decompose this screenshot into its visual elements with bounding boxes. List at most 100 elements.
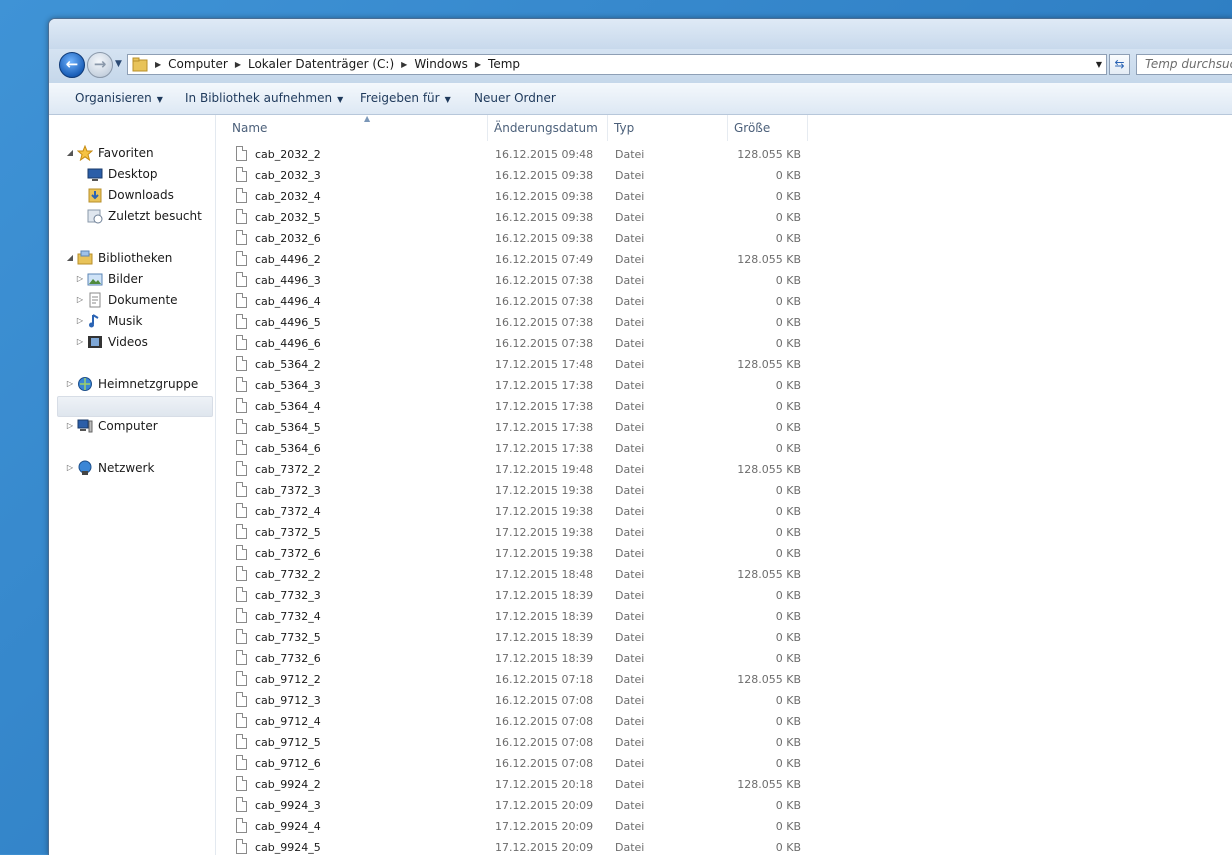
table-row[interactable]: cab_5364_3 17.12.2015 17:38 Datei 0 KB [216,375,816,396]
documents-icon [89,292,101,307]
file-date: 17.12.2015 17:38 [495,379,594,392]
table-row[interactable]: cab_5364_2 17.12.2015 17:48 Datei 128.055 K… [216,354,816,375]
file-date: 17.12.2015 20:09 [495,799,594,812]
table-row[interactable]: cab_2032_4 16.12.2015 09:38 Datei 0 KB [216,186,816,207]
column-header-date[interactable]: Änderungsdatum [488,115,608,141]
collapsed-arrow-icon[interactable]: ▷ [75,316,85,325]
nav-homegroup[interactable]: ▷ Heimnetzgruppe [65,373,198,394]
table-row[interactable]: cab_9924_5 17.12.2015 20:09 Datei 0 KB [216,837,816,855]
back-button[interactable]: ← [59,52,85,78]
breadcrumb: ▶ Computer ▶ Lokaler Datenträger (C:) ▶ … [152,55,524,74]
file-name: cab_7732_5 [255,631,321,644]
file-icon [236,314,247,329]
nav-documents[interactable]: ▷ Dokumente [75,289,178,310]
table-row[interactable]: cab_7732_4 17.12.2015 18:39 Datei 0 KB [216,606,816,627]
table-row[interactable]: cab_9712_2 16.12.2015 07:18 Datei 128.055 K… [216,669,816,690]
table-row[interactable]: cab_5364_6 17.12.2015 17:38 Datei 0 KB [216,438,816,459]
refresh-button[interactable]: ⇆ [1109,54,1130,75]
table-row[interactable]: cab_9712_5 16.12.2015 07:08 Datei 0 KB [216,732,816,753]
table-row[interactable]: cab_4496_6 16.12.2015 07:38 Datei 0 KB [216,333,816,354]
chevron-right-icon[interactable]: ▶ [152,55,164,74]
share-button[interactable]: Freigeben für ▼ [360,83,451,114]
file-size: 128.055 KB [737,148,801,161]
collapsed-arrow-icon[interactable]: ▷ [65,379,75,388]
breadcrumb-windows[interactable]: Windows [410,55,472,74]
file-type: Datei [615,337,645,350]
table-row[interactable]: cab_9712_4 16.12.2015 07:08 Datei 0 KB [216,711,816,732]
new-folder-button[interactable]: Neuer Ordner [474,83,556,114]
forward-button[interactable]: → [87,52,113,78]
file-date: 17.12.2015 20:09 [495,841,594,854]
table-row[interactable]: cab_5364_5 17.12.2015 17:38 Datei 0 KB [216,417,816,438]
file-name: cab_7732_2 [255,568,321,581]
collapsed-arrow-icon[interactable]: ▷ [65,463,75,472]
nav-network[interactable]: ▷ Netzwerk [65,457,154,478]
chevron-right-icon[interactable]: ▶ [232,55,244,74]
file-size: 0 KB [775,316,801,329]
file-icon [236,797,247,812]
address-field[interactable]: ▶ Computer ▶ Lokaler Datenträger (C:) ▶ … [127,54,1107,75]
nav-videos[interactable]: ▷ Videos [75,331,148,352]
collapsed-arrow-icon[interactable]: ▷ [75,337,85,346]
column-header-type[interactable]: Typ [608,115,728,141]
recent-pages-dropdown-icon[interactable]: ▼ [115,57,125,71]
table-row[interactable]: cab_7732_5 17.12.2015 18:39 Datei 0 KB [216,627,816,648]
nav-recent[interactable]: Zuletzt besucht [75,205,202,226]
include-library-label: In Bibliothek aufnehmen [185,91,333,105]
table-row[interactable]: cab_4496_4 16.12.2015 07:38 Datei 0 KB [216,291,816,312]
file-size: 0 KB [775,190,801,203]
expanded-arrow-icon[interactable]: ◢ [65,253,75,262]
table-row[interactable]: cab_2032_3 16.12.2015 09:38 Datei 0 KB [216,165,816,186]
file-date: 16.12.2015 07:08 [495,736,594,749]
table-row[interactable]: cab_2032_6 16.12.2015 09:38 Datei 0 KB [216,228,816,249]
file-icon [236,167,247,182]
table-row[interactable]: cab_7372_3 17.12.2015 19:38 Datei 0 KB [216,480,816,501]
nav-downloads[interactable]: Downloads [75,184,174,205]
collapsed-arrow-icon[interactable]: ▷ [75,295,85,304]
column-header-name[interactable]: Name ▲ [226,114,488,141]
table-row[interactable]: cab_9924_2 17.12.2015 20:18 Datei 128.055 K… [216,774,816,795]
file-size: 0 KB [775,547,801,560]
table-row[interactable]: cab_4496_2 16.12.2015 07:49 Datei 128.055 K… [216,249,816,270]
nav-desktop[interactable]: Desktop [75,163,158,184]
file-date: 16.12.2015 09:48 [495,148,594,161]
table-row[interactable]: cab_7732_2 17.12.2015 18:48 Datei 128.055 K… [216,564,816,585]
table-row[interactable]: cab_9924_4 17.12.2015 20:09 Datei 0 KB [216,816,816,837]
caret-down-icon: ▼ [337,95,344,104]
nav-favorites[interactable]: ◢ Favoriten [65,142,154,163]
nav-libraries[interactable]: ◢ Bibliotheken [65,247,172,268]
collapsed-arrow-icon[interactable]: ▷ [75,274,85,283]
nav-downloads-label: Downloads [108,187,174,202]
nav-music[interactable]: ▷ Musik [75,310,143,331]
chevron-right-icon[interactable]: ▶ [472,55,484,74]
organize-button[interactable]: Organisieren ▼ [75,83,163,114]
table-row[interactable]: cab_7372_5 17.12.2015 19:38 Datei 0 KB [216,522,816,543]
include-library-button[interactable]: In Bibliothek aufnehmen ▼ [185,83,343,114]
collapsed-arrow-icon[interactable]: ▷ [65,421,75,430]
nav-pictures[interactable]: ▷ Bilder [75,268,143,289]
table-row[interactable]: cab_4496_5 16.12.2015 07:38 Datei 0 KB [216,312,816,333]
table-row[interactable]: cab_7372_2 17.12.2015 19:48 Datei 128.055 K… [216,459,816,480]
table-row[interactable]: cab_7372_6 17.12.2015 19:38 Datei 0 KB [216,543,816,564]
search-input[interactable]: Temp durchsuchen [1136,54,1232,75]
file-icon [236,776,247,791]
table-row[interactable]: cab_9712_6 16.12.2015 07:08 Datei 0 KB [216,753,816,774]
breadcrumb-computer[interactable]: Computer [164,55,232,74]
table-row[interactable]: cab_7732_6 17.12.2015 18:39 Datei 0 KB [216,648,816,669]
chevron-right-icon[interactable]: ▶ [398,55,410,74]
nav-computer[interactable]: ▷ Computer [65,415,158,436]
table-row[interactable]: cab_2032_5 16.12.2015 09:38 Datei 0 KB [216,207,816,228]
breadcrumb-local-disk[interactable]: Lokaler Datenträger (C:) [244,55,398,74]
breadcrumb-temp[interactable]: Temp [484,55,524,74]
title-bar[interactable] [49,19,1232,49]
table-row[interactable]: cab_9924_3 17.12.2015 20:09 Datei 0 KB [216,795,816,816]
expanded-arrow-icon[interactable]: ◢ [65,148,75,157]
table-row[interactable]: cab_4496_3 16.12.2015 07:38 Datei 0 KB [216,270,816,291]
chevron-down-icon[interactable]: ▼ [1096,55,1102,74]
table-row[interactable]: cab_9712_3 16.12.2015 07:08 Datei 0 KB [216,690,816,711]
column-header-size[interactable]: Größe [728,115,808,141]
table-row[interactable]: cab_5364_4 17.12.2015 17:38 Datei 0 KB [216,396,816,417]
table-row[interactable]: cab_2032_2 16.12.2015 09:48 Datei 128.055 K… [216,144,816,165]
table-row[interactable]: cab_7732_3 17.12.2015 18:39 Datei 0 KB [216,585,816,606]
table-row[interactable]: cab_7372_4 17.12.2015 19:38 Datei 0 KB [216,501,816,522]
